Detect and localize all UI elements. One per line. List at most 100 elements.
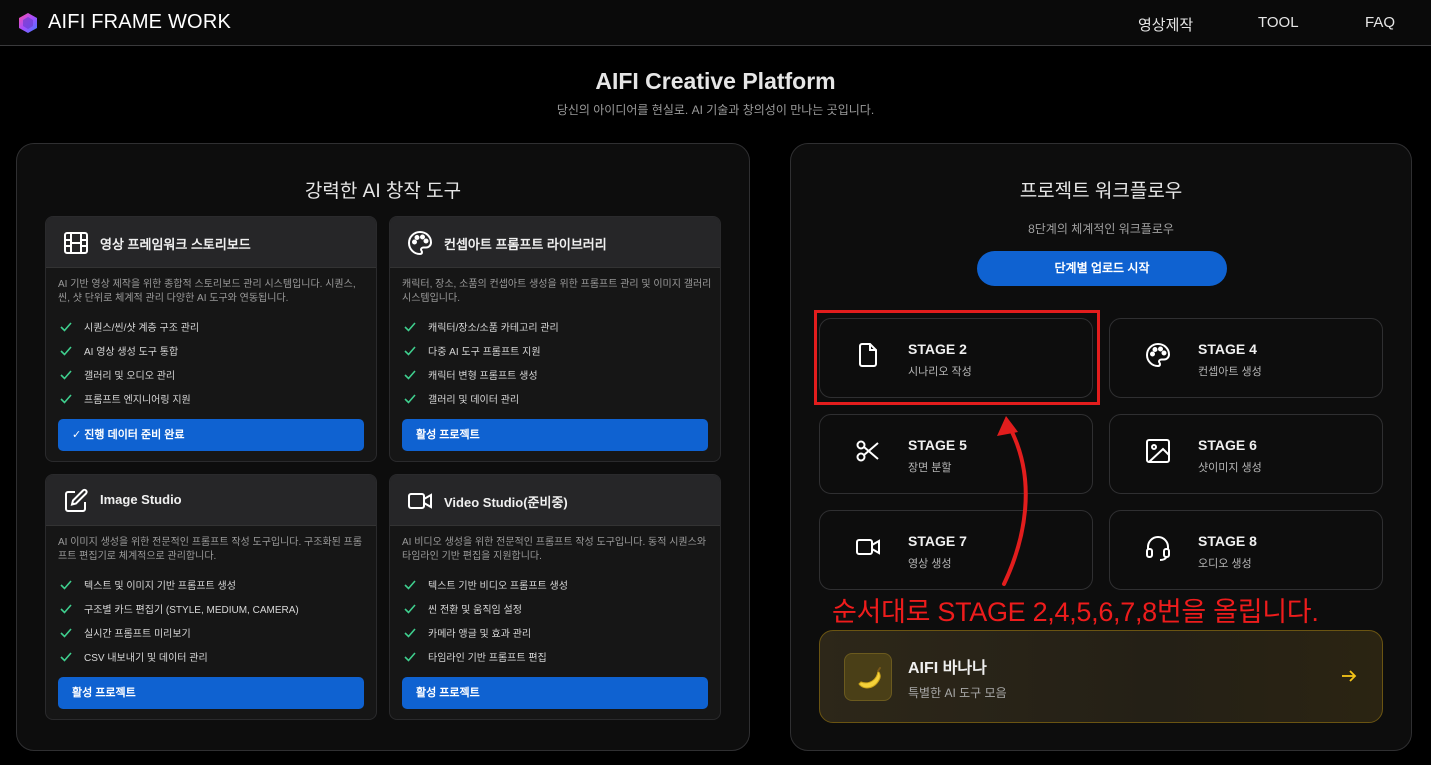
check-icon xyxy=(404,580,416,590)
brand-title[interactable]: AIFI FRAME WORK xyxy=(48,11,231,34)
page-subtitle: 당신의 아이디어를 현실로. AI 기술과 창의성이 만나는 곳입니다. xyxy=(556,103,875,117)
card-title: 영상 프레임워크 스토리보드 xyxy=(100,237,251,252)
feature-item: 프롬프트 엔지니어링 지원 xyxy=(60,393,199,417)
video-studio-action-button[interactable]: 활성 프로젝트 xyxy=(402,677,708,709)
feature-list: 캐릭터/장소/소품 카테고리 관리 다중 AI 도구 프롬프트 지원 캐릭터 변… xyxy=(404,321,559,417)
feature-label: 캐릭터 변형 프롬프트 생성 xyxy=(428,371,538,382)
feature-item: AI 영상 생성 도구 통합 xyxy=(60,345,199,369)
check-icon xyxy=(404,652,416,662)
feature-item: 씬 전환 및 움직임 설정 xyxy=(404,603,568,627)
check-icon xyxy=(60,604,72,614)
feature-label: 갤러리 및 데이터 관리 xyxy=(428,395,520,406)
feature-label: 실시간 프롬프트 미리보기 xyxy=(84,629,191,640)
workflow-panel-title: 프로젝트 워크플로우 xyxy=(1019,181,1183,202)
card-description: AI 비디오 생성을 위한 전문적인 프롬프트 작성 도구입니다. 동적 시퀀스… xyxy=(402,537,707,562)
stage-subtitle: 장면 분할 xyxy=(908,462,952,474)
tool-card-image-studio: Image Studio AI 이미지 생성을 위한 전문적인 프롬프트 작성 … xyxy=(45,474,377,720)
stage-4-card[interactable]: STAGE 4 컨셉아트 생성 xyxy=(1109,318,1383,398)
stage-title: STAGE 5 xyxy=(908,437,967,453)
feature-label: 구조별 카드 편집기 (STYLE, MEDIUM, CAMERA) xyxy=(84,605,299,616)
stage-6-card[interactable]: STAGE 6 샷이미지 생성 xyxy=(1109,414,1383,494)
feature-item: 구조별 카드 편집기 (STYLE, MEDIUM, CAMERA) xyxy=(60,603,299,627)
image-studio-action-button[interactable]: 활성 프로젝트 xyxy=(58,677,364,709)
banana-icon xyxy=(858,667,881,689)
check-icon xyxy=(60,346,72,356)
feature-item: CSV 내보내기 및 데이터 관리 xyxy=(60,651,299,675)
banana-title: AIFI 바나나 xyxy=(908,660,987,677)
feature-item: 실시간 프롬프트 미리보기 xyxy=(60,627,299,651)
feature-label: 시퀀스/씬/샷 계층 구조 관리 xyxy=(84,323,200,334)
card-header: 컨셉아트 프롬프트 라이브러리 xyxy=(390,217,720,268)
check-icon xyxy=(404,346,416,356)
nav-tool[interactable]: TOOL xyxy=(1258,14,1299,31)
storyboard-action-button[interactable]: ✓ 진행 데이터 준비 완료 xyxy=(58,419,364,451)
headphones-icon xyxy=(1146,536,1170,561)
tool-card-video-studio: Video Studio(준비중) AI 비디오 생성을 위한 전문적인 프롬프… xyxy=(389,474,721,720)
check-icon xyxy=(404,604,416,614)
feature-item: 갤러리 및 데이터 관리 xyxy=(404,393,559,417)
film-icon xyxy=(64,232,88,254)
feature-label: AI 영상 생성 도구 통합 xyxy=(84,347,179,358)
stage-title: STAGE 8 xyxy=(1198,533,1257,549)
check-icon xyxy=(60,370,72,380)
feature-item: 시퀀스/씬/샷 계층 구조 관리 xyxy=(60,321,199,345)
aifi-banana-card[interactable]: AIFI 바나나 특별한 AI 도구 모음 xyxy=(819,630,1383,723)
feature-list: 텍스트 기반 비디오 프롬프트 생성 씬 전환 및 움직임 설정 카메라 앵글 … xyxy=(404,579,568,675)
nav-faq[interactable]: FAQ xyxy=(1365,14,1395,31)
scissors-icon xyxy=(856,440,879,462)
video-icon xyxy=(408,493,432,509)
check-icon xyxy=(60,652,72,662)
banana-badge xyxy=(844,653,892,701)
feature-item: 캐릭터 변형 프롬프트 생성 xyxy=(404,369,559,393)
concept-art-action-button[interactable]: 활성 프로젝트 xyxy=(402,419,708,451)
stage-subtitle: 샷이미지 생성 xyxy=(1198,462,1262,474)
start-upload-button[interactable]: 단계별 업로드 시작 xyxy=(977,251,1227,286)
feature-label: 갤러리 및 오디오 관리 xyxy=(84,371,176,382)
card-description: AI 기반 영상 제작을 위한 종합적 스토리보드 관리 시스템입니다. 시퀀스… xyxy=(58,279,356,304)
check-icon xyxy=(404,628,416,638)
feature-item: 갤러리 및 오디오 관리 xyxy=(60,369,199,393)
card-title: 컨셉아트 프롬프트 라이브러리 xyxy=(444,237,607,252)
feature-label: 프롬프트 엔지니어링 지원 xyxy=(84,395,191,406)
tool-card-storyboard: 영상 프레임워크 스토리보드 AI 기반 영상 제작을 위한 종합적 스토리보드… xyxy=(45,216,377,462)
check-icon xyxy=(60,628,72,638)
stage-8-card[interactable]: STAGE 8 오디오 생성 xyxy=(1109,510,1383,590)
feature-item: 다중 AI 도구 프롬프트 지원 xyxy=(404,345,559,369)
check-icon xyxy=(404,394,416,404)
banana-subtitle: 특별한 AI 도구 모음 xyxy=(908,686,1007,700)
card-header: Video Studio(준비중) xyxy=(390,475,720,526)
arrow-right-icon[interactable] xyxy=(1340,667,1358,685)
card-title: Image Studio xyxy=(100,492,182,507)
palette-icon xyxy=(1146,342,1171,368)
stage-title: STAGE 4 xyxy=(1198,341,1257,357)
card-header: 영상 프레임워크 스토리보드 xyxy=(46,217,376,268)
check-icon xyxy=(60,394,72,404)
feature-label: 텍스트 및 이미지 기반 프롬프트 생성 xyxy=(84,581,236,592)
edit-icon xyxy=(65,488,88,512)
feature-list: 시퀀스/씬/샷 계층 구조 관리 AI 영상 생성 도구 통합 갤러리 및 오디… xyxy=(60,321,199,417)
feature-label: 캐릭터/장소/소품 카테고리 관리 xyxy=(428,323,559,334)
tools-panel: 강력한 AI 창작 도구 영상 프레임워크 스토리보드 AI 기반 영상 제작을… xyxy=(16,143,750,751)
top-navbar: AIFI FRAME WORK 영상제작 TOOL FAQ xyxy=(0,0,1431,46)
feature-item: 텍스트 기반 비디오 프롬프트 생성 xyxy=(404,579,568,603)
check-icon xyxy=(404,370,416,380)
feature-item: 카메라 앵글 및 효과 관리 xyxy=(404,627,568,651)
check-icon xyxy=(60,322,72,332)
nav-video-production[interactable]: 영상제작 xyxy=(1138,14,1193,35)
stage-2-highlight-box xyxy=(814,310,1100,405)
check-icon xyxy=(404,322,416,332)
logo-icon[interactable] xyxy=(17,12,39,34)
video-icon xyxy=(856,539,880,555)
palette-icon xyxy=(408,230,433,256)
workflow-subtitle: 8단계의 체계적인 워크플로우 xyxy=(1028,222,1174,236)
annotation-arrow-icon xyxy=(997,416,1028,586)
image-icon xyxy=(1146,439,1170,463)
feature-item: 캐릭터/장소/소품 카테고리 관리 xyxy=(404,321,559,345)
feature-label: 다중 AI 도구 프롬프트 지원 xyxy=(428,347,541,358)
stage-subtitle: 오디오 생성 xyxy=(1198,558,1252,570)
card-description: AI 이미지 생성을 위한 전문적인 프롬프트 작성 도구입니다. 구조화된 프… xyxy=(58,537,363,562)
stage-subtitle: 영상 생성 xyxy=(908,558,952,570)
stage-title: STAGE 6 xyxy=(1198,437,1257,453)
stage-subtitle: 컨셉아트 생성 xyxy=(1198,366,1262,378)
feature-item: 텍스트 및 이미지 기반 프롬프트 생성 xyxy=(60,579,299,603)
